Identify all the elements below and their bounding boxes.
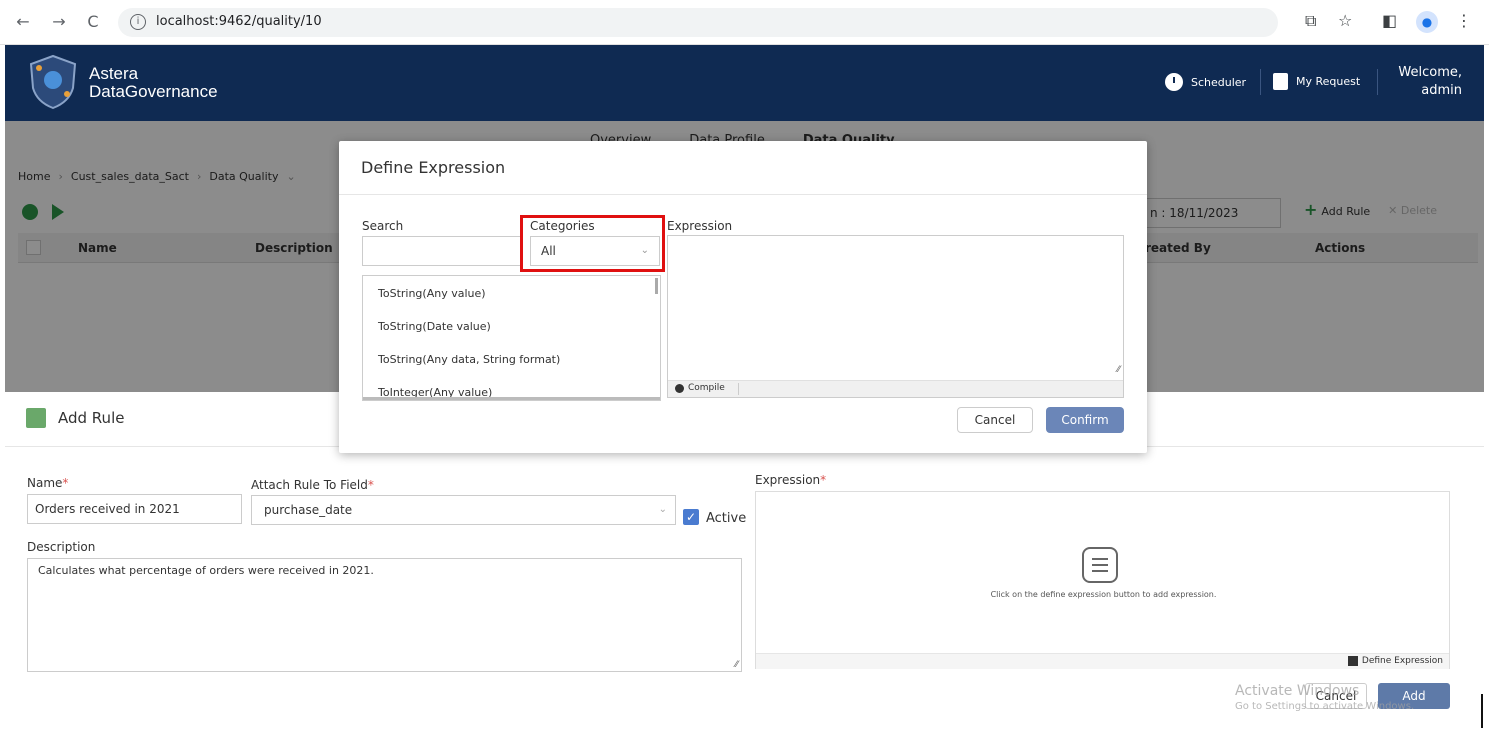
search-label: Search: [362, 219, 404, 233]
windows-activation-watermark: Activate Windows Go to Settings to activ…: [1235, 683, 1414, 712]
username: admin: [1421, 83, 1462, 98]
expression-editor-label: Expression: [667, 219, 733, 233]
brand-line-1: Astera: [89, 64, 139, 83]
header-divider: [1260, 69, 1261, 95]
modal-cancel-button[interactable]: Cancel: [957, 407, 1033, 433]
modal-confirm-button[interactable]: Confirm: [1046, 407, 1124, 433]
welcome-user[interactable]: Welcome, admin: [1392, 64, 1462, 100]
expression-panel: Click on the define expression button to…: [755, 491, 1450, 669]
name-label-text: Name: [27, 476, 63, 490]
active-checkbox[interactable]: ✓: [683, 509, 699, 525]
scheduler-label: Scheduler: [1191, 75, 1247, 89]
required-marker: *: [820, 473, 827, 487]
astera-logo-icon: [29, 54, 77, 110]
chevron-down-icon: ⌄: [658, 504, 667, 515]
define-expression-modal: Define Expression Search Categories All …: [339, 141, 1147, 453]
modal-divider: [339, 194, 1147, 195]
watermark-line-1: Activate Windows: [1235, 683, 1360, 699]
brand-line-2: DataGovernance: [89, 82, 218, 101]
function-item[interactable]: ToString(Any value): [378, 287, 486, 300]
function-item[interactable]: ToString(Any data, String format): [378, 353, 560, 366]
welcome-label: Welcome,: [1398, 65, 1462, 80]
side-panel-icon[interactable]: ◧: [1382, 11, 1397, 30]
rule-name-input[interactable]: Orders received in 2021: [27, 494, 242, 524]
name-label: Name*: [27, 476, 68, 490]
bookmark-star-icon[interactable]: ☆: [1338, 11, 1352, 30]
required-marker: *: [367, 478, 374, 492]
add-rule-header: Add Rule: [26, 408, 124, 428]
expression-label-text: Expression: [755, 473, 821, 487]
function-list-scrollbar[interactable]: [655, 278, 658, 294]
compile-icon: [675, 383, 684, 393]
description-label: Description: [27, 540, 96, 554]
function-search-input[interactable]: [362, 236, 522, 266]
url-text[interactable]: localhost:9462/quality/10: [156, 14, 322, 29]
attach-field-label-text: Attach Rule To Field: [251, 478, 368, 492]
header-divider: [1377, 69, 1378, 95]
define-expression-icon: [1347, 656, 1358, 666]
define-expression-label: Define Expression: [1361, 656, 1443, 666]
add-rule-title: Add Rule: [58, 409, 125, 427]
attach-field-select[interactable]: purchase_date ⌄: [251, 495, 676, 525]
attach-field-value: purchase_date: [264, 503, 353, 517]
expression-label: Expression*: [755, 473, 826, 487]
scheduler-link[interactable]: Scheduler: [1165, 73, 1246, 91]
modal-title: Define Expression: [361, 158, 506, 177]
text-cursor: [1481, 694, 1483, 728]
browser-toolbar: ← → C i localhost:9462/quality/10 ⧉ ☆ ◧ …: [0, 0, 1489, 45]
clock-icon: [1165, 73, 1183, 91]
attach-field-label: Attach Rule To Field*: [251, 478, 374, 492]
request-icon: [1273, 73, 1288, 90]
compile-button[interactable]: Compile: [675, 383, 725, 393]
site-info-icon[interactable]: i: [130, 14, 146, 30]
my-request-label: My Request: [1296, 75, 1361, 88]
expression-editor[interactable]: ⁄⁄ Compile: [667, 235, 1124, 398]
expression-footer: Define Expression: [756, 653, 1449, 669]
browser-menu-icon[interactable]: ⋮: [1456, 11, 1472, 30]
active-label: Active: [706, 511, 747, 526]
my-request-link[interactable]: My Request: [1273, 73, 1360, 90]
expression-braces-icon: [1082, 547, 1118, 583]
expression-hint: Click on the define expression button to…: [990, 590, 1217, 599]
watermark-line-2: Go to Settings to activate Windows.: [1235, 701, 1415, 712]
compile-divider: [738, 383, 739, 395]
resize-handle-icon[interactable]: ⁄⁄: [1117, 365, 1120, 375]
description-textarea[interactable]: Calculates what percentage of orders wer…: [27, 558, 742, 672]
required-marker: *: [62, 476, 69, 490]
profile-avatar-icon[interactable]: ●: [1416, 11, 1438, 33]
compile-bar: Compile: [668, 380, 1123, 397]
back-icon[interactable]: ←: [12, 11, 34, 33]
cast-icon[interactable]: ⧉: [1305, 11, 1316, 31]
brand-name: Astera DataGovernance: [89, 65, 218, 101]
function-item[interactable]: ToString(Date value): [378, 320, 491, 333]
forward-icon[interactable]: →: [48, 11, 70, 33]
add-rule-icon: [26, 408, 46, 428]
highlight-box: [520, 215, 665, 272]
address-bar[interactable]: i localhost:9462/quality/10: [118, 8, 1278, 37]
description-value: Calculates what percentage of orders wer…: [38, 564, 374, 577]
function-list[interactable]: ToString(Any value) ToString(Date value)…: [362, 275, 661, 401]
resize-handle-icon[interactable]: ⁄⁄: [735, 660, 738, 670]
app-header: Astera DataGovernance Scheduler My Reque…: [5, 45, 1484, 121]
define-expression-button[interactable]: Define Expression: [1347, 656, 1443, 666]
function-list-hscroll[interactable]: [363, 397, 660, 400]
compile-label: Compile: [688, 383, 725, 393]
reload-icon[interactable]: C: [82, 11, 104, 33]
